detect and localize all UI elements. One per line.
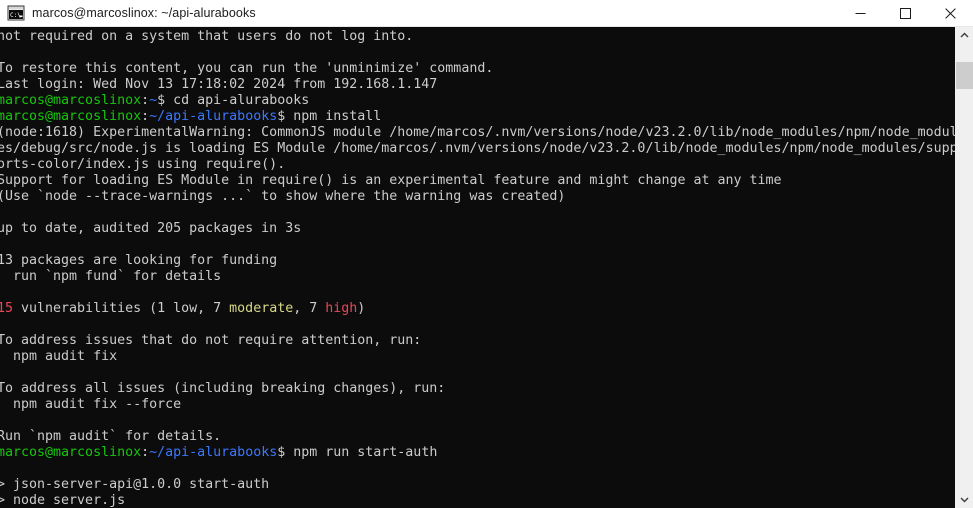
terminal-text: vulnerabilities (1 low, 7 [13, 301, 230, 316]
terminal-line: up to date, audited 205 packages in 3s [0, 221, 955, 237]
terminal-text: To restore this content, you can run the… [0, 61, 494, 76]
terminal-text: ~/api-alurabooks [149, 109, 278, 124]
maximize-button[interactable] [883, 0, 928, 26]
terminal-line: es/debug/src/node.js is loading ES Modul… [0, 141, 955, 157]
vertical-scrollbar[interactable] [955, 27, 973, 508]
terminal-text: (node:1618) ExperimentalWarning: CommonJ… [0, 125, 955, 140]
terminal-text: $ npm install [277, 109, 382, 124]
terminal-text: run `npm fund` for details [0, 269, 222, 284]
terminal-text: > json-server-api@1.0.0 start-auth [0, 477, 270, 492]
scrollbar-track[interactable] [956, 44, 973, 491]
terminal-text: npm audit fix [0, 349, 118, 364]
terminal-output[interactable]: not required on a system that users do n… [0, 27, 955, 508]
terminal-text: ) [357, 301, 366, 316]
terminal-line: To address all issues (including breakin… [0, 381, 955, 397]
scrollbar-up-button[interactable] [956, 27, 973, 44]
close-button[interactable] [928, 0, 973, 26]
terminal-text: ~/api-alurabooks [149, 445, 278, 460]
scrollbar-thumb[interactable] [956, 61, 973, 89]
terminal-text: ~ [149, 93, 158, 108]
terminal-line: 15 vulnerabilities (1 low, 7 moderate, 7… [0, 301, 955, 317]
window-title: marcos@marcoslinox: ~/api-alurabooks [32, 6, 256, 20]
maximize-icon [900, 7, 911, 19]
terminal-text: To address issues that do not require at… [0, 333, 422, 348]
terminal-line: not required on a system that users do n… [0, 29, 955, 45]
terminal-text: not required on a system that users do n… [0, 29, 414, 44]
terminal-line: orts-color/index.js using require(). [0, 157, 955, 173]
terminal-text: marcos@marcoslinox [0, 93, 142, 108]
terminal-line: > node server.js [0, 493, 955, 508]
terminal-line: (Use `node --trace-warnings ...` to show… [0, 189, 955, 205]
terminal-line: To restore this content, you can run the… [0, 61, 955, 77]
window-controls [838, 0, 973, 26]
chevron-down-icon [960, 497, 969, 503]
terminal-text: 15 [0, 301, 14, 316]
terminal-text: Support for loading ES Module in require… [0, 173, 782, 188]
terminal-text: marcos@marcoslinox [0, 445, 142, 460]
terminal-icon: C:\ [7, 5, 25, 21]
terminal-line: Support for loading ES Module in require… [0, 173, 955, 189]
terminal-text: high [325, 301, 358, 316]
terminal-line: marcos@marcoslinox:~/api-alurabooks$ npm… [0, 109, 955, 125]
terminal-text: Last login: Wed Nov 13 17:18:02 2024 fro… [0, 77, 438, 92]
minimize-icon [855, 12, 866, 14]
terminal-line: marcos@marcoslinox:~$ cd api-alurabooks [0, 93, 955, 109]
terminal-text: $ cd api-alurabooks [157, 93, 310, 108]
terminal-line: npm audit fix --force [0, 397, 955, 413]
terminal-line: 13 packages are looking for funding [0, 253, 955, 269]
terminal-text: marcos@marcoslinox [0, 109, 142, 124]
terminal-text: npm audit fix --force [0, 397, 182, 412]
terminal-line: run `npm fund` for details [0, 269, 955, 285]
terminal-line: Run `npm audit` for details. [0, 429, 955, 445]
title-bar[interactable]: C:\ marcos@marcoslinox: ~/api-alurabooks [0, 0, 973, 27]
terminal-text: moderate [229, 301, 294, 316]
terminal-text: (Use `node --trace-warnings ...` to show… [0, 189, 566, 204]
terminal-line: > json-server-api@1.0.0 start-auth [0, 477, 955, 493]
terminal-text: To address all issues (including breakin… [0, 381, 446, 396]
terminal-text: es/debug/src/node.js is loading ES Modul… [0, 141, 955, 156]
terminal-line: (node:1618) ExperimentalWarning: CommonJ… [0, 125, 955, 141]
terminal-body: not required on a system that users do n… [0, 27, 973, 508]
terminal-line: npm audit fix [0, 349, 955, 365]
terminal-text: orts-color/index.js using require(). [0, 157, 286, 172]
chevron-up-icon [960, 32, 969, 38]
terminal-window: C:\ marcos@marcoslinox: ~/api-alurabooks [0, 0, 973, 508]
terminal-text: , 7 [293, 301, 326, 316]
terminal-text: : [141, 445, 150, 460]
terminal-line: marcos@marcoslinox:~/api-alurabooks$ npm… [0, 445, 955, 461]
terminal-text: : [141, 109, 150, 124]
minimize-button[interactable] [838, 0, 883, 26]
terminal-lines: not required on a system that users do n… [0, 29, 955, 508]
terminal-line: To address issues that do not require at… [0, 333, 955, 349]
close-icon [945, 7, 956, 19]
terminal-text: > node server.js [0, 493, 126, 508]
terminal-text: up to date, audited 205 packages in 3s [0, 221, 302, 236]
scrollbar-down-button[interactable] [956, 491, 973, 508]
terminal-text: : [141, 93, 150, 108]
terminal-text: 13 packages are looking for funding [0, 253, 278, 268]
terminal-line: Last login: Wed Nov 13 17:18:02 2024 fro… [0, 77, 955, 93]
terminal-text: Run `npm audit` for details. [0, 429, 222, 444]
terminal-text: $ npm run start-auth [277, 445, 438, 460]
